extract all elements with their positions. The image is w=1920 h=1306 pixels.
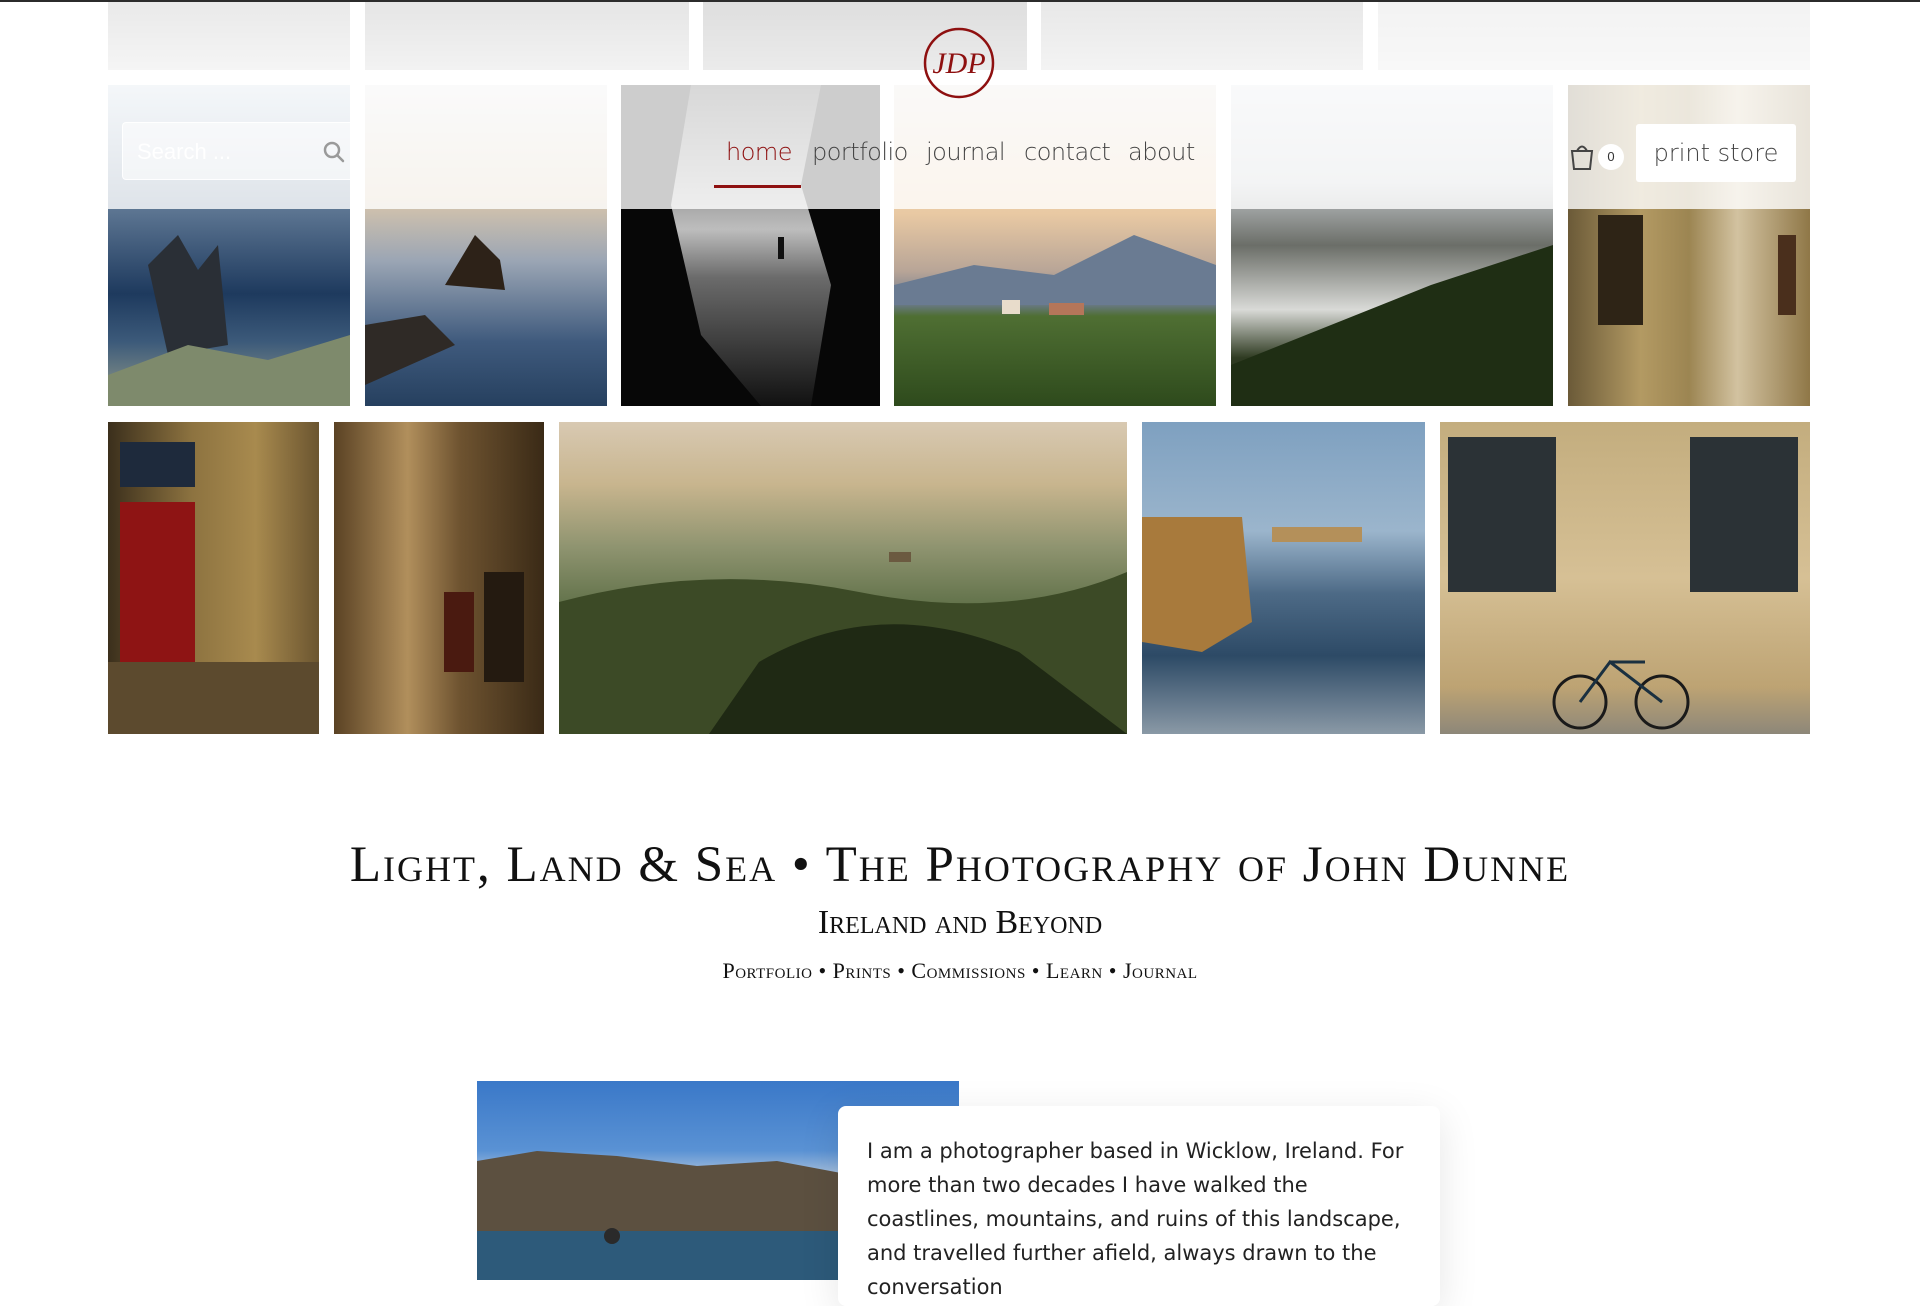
search-input[interactable] xyxy=(135,137,315,167)
nav-about[interactable]: about xyxy=(1128,138,1195,166)
nav-contact[interactable]: contact xyxy=(1024,138,1111,166)
logo-text: JDP xyxy=(932,47,985,80)
gallery-tile[interactable] xyxy=(365,2,689,70)
gallery-tile[interactable] xyxy=(334,422,544,734)
tile-artwork xyxy=(1448,437,1798,730)
nav-home[interactable]: home xyxy=(726,138,793,166)
nav-portfolio[interactable]: portfolio xyxy=(812,138,908,166)
gallery-tile[interactable] xyxy=(108,2,350,70)
site-logo[interactable]: JDP xyxy=(921,25,997,101)
gallery-tile[interactable] xyxy=(1440,422,1810,734)
print-store-button[interactable]: print store xyxy=(1636,124,1796,182)
page-title: Light, Land & Sea • The Photography of J… xyxy=(349,837,1571,893)
tile-artwork xyxy=(559,552,1127,734)
gallery-tile[interactable] xyxy=(1142,422,1425,734)
tile-artwork xyxy=(108,442,319,734)
page-subtitle: Ireland and Beyond xyxy=(817,904,1103,941)
gallery-tile[interactable] xyxy=(559,422,1127,734)
gallery-tile[interactable] xyxy=(1378,2,1810,70)
search-box[interactable] xyxy=(122,122,362,180)
search-icon[interactable] xyxy=(321,139,347,165)
gallery-tile[interactable] xyxy=(1041,2,1363,70)
gallery-tile[interactable] xyxy=(108,422,319,734)
cart-count-badge: 0 xyxy=(1598,144,1624,170)
intro-card: I am a photographer based in Wicklow, Ir… xyxy=(838,1106,1440,1306)
page-tagline: Portfolio • Prints • Commissions • Learn… xyxy=(722,958,1198,983)
nav-journal[interactable]: journal xyxy=(926,138,1006,166)
tile-artwork xyxy=(444,572,524,682)
nav-active-underline xyxy=(714,185,801,188)
intro-text: I am a photographer based in Wicklow, Ir… xyxy=(867,1139,1404,1299)
tile-artwork xyxy=(1142,517,1362,652)
